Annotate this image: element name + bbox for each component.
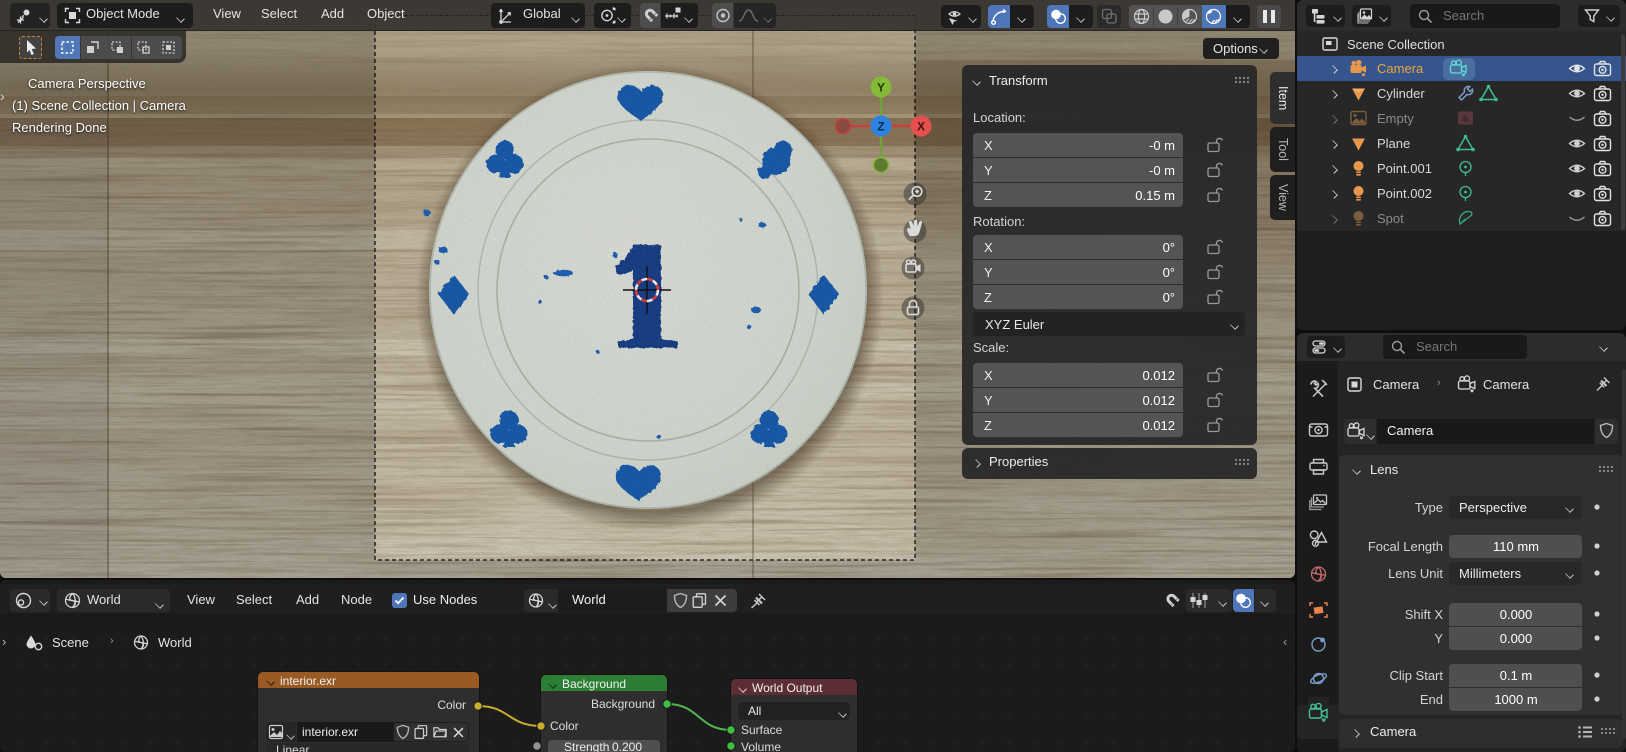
svg-text:Z: Z: [877, 120, 884, 134]
svg-text:X: X: [917, 120, 925, 134]
svg-text:Y: Y: [877, 81, 885, 95]
